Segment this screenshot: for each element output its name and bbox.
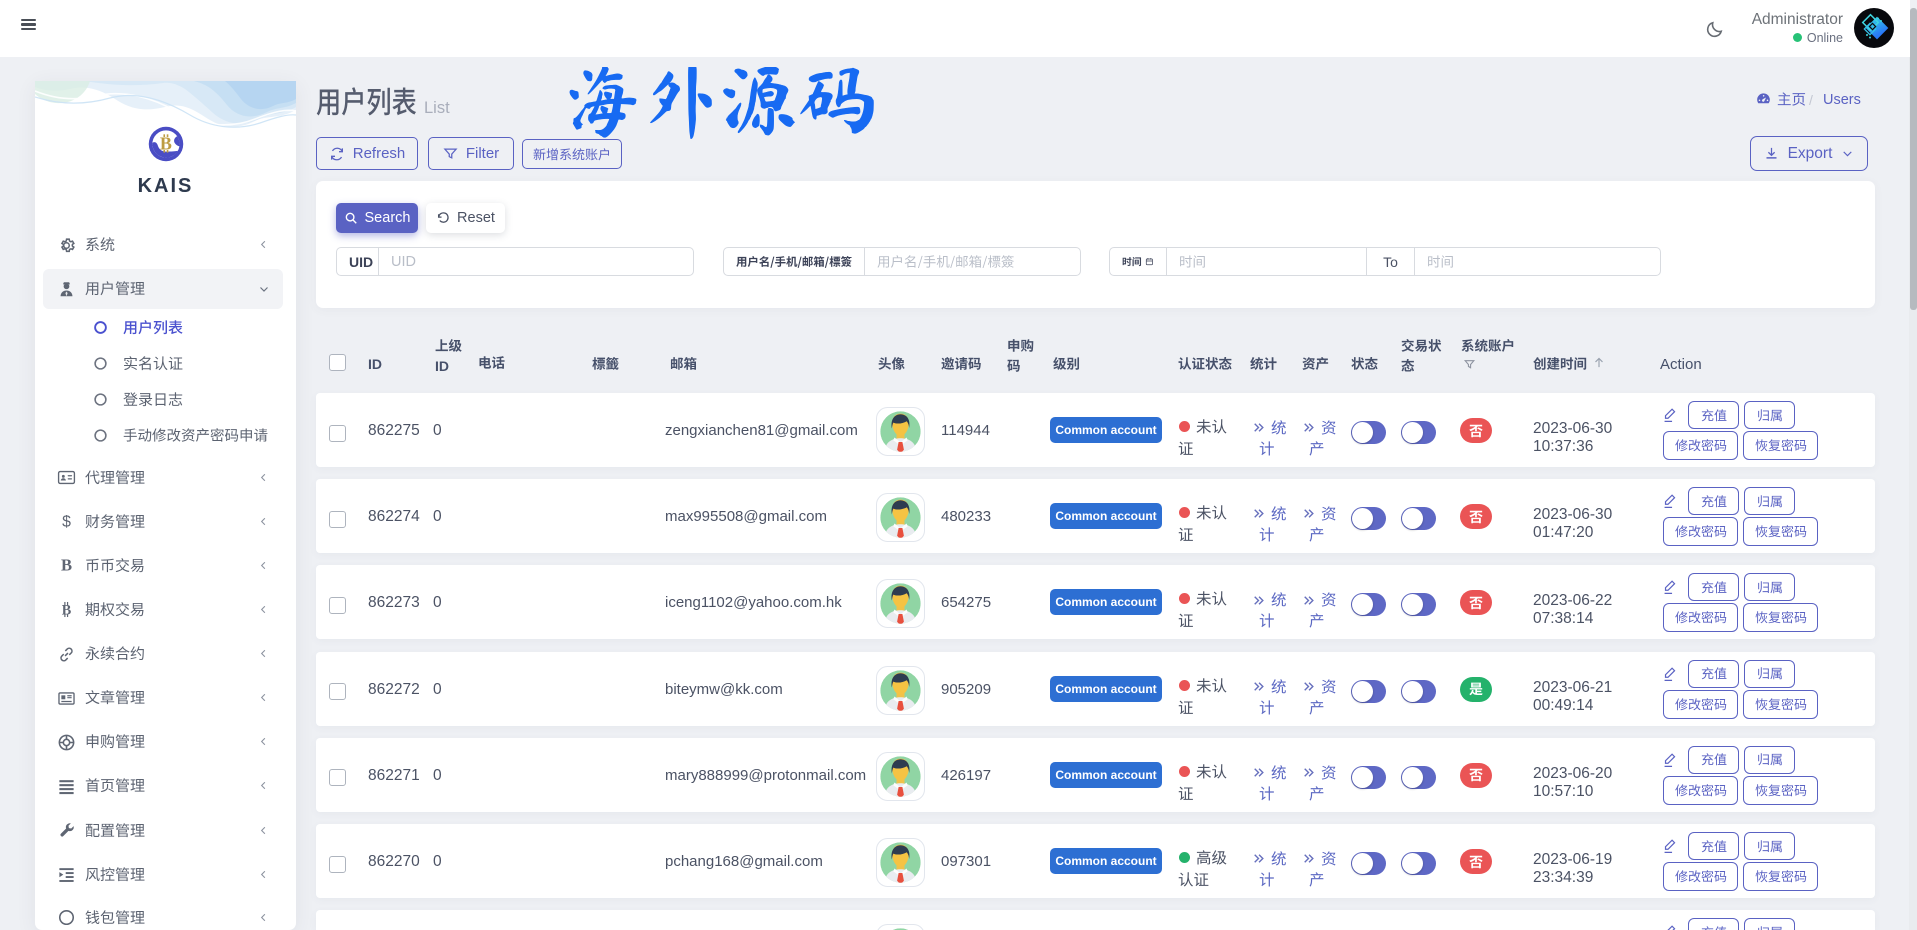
svg-text:B: B [60, 556, 71, 575]
svg-text:B: B [160, 134, 172, 154]
svg-text:B: B [61, 602, 71, 618]
svg-text:$: $ [62, 513, 71, 530]
